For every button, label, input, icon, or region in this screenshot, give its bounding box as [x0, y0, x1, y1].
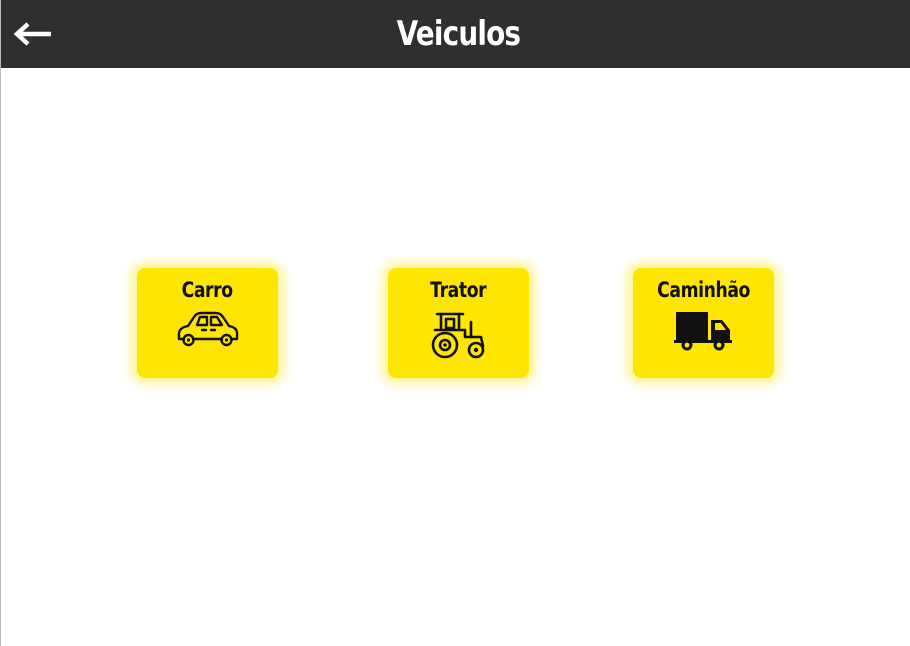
- truck-icon: [673, 310, 734, 352]
- car-icon: [175, 310, 241, 350]
- vehicle-tile-carro[interactable]: Carro: [137, 268, 278, 378]
- header-bar: Veiculos: [1, 0, 910, 68]
- vehicle-label: Trator: [430, 278, 487, 302]
- app-window: Veiculos Carro Trator Caminhão: [0, 0, 910, 646]
- vehicle-label: Carro: [181, 278, 234, 302]
- vehicle-tile-caminhao[interactable]: Caminhão: [633, 268, 774, 378]
- tractor-icon: [429, 310, 489, 360]
- back-button[interactable]: [11, 18, 55, 50]
- arrow-left-icon: [13, 22, 51, 46]
- vehicle-label: Caminhão: [657, 278, 750, 302]
- page-title: Veiculos: [396, 14, 520, 54]
- vehicle-tile-trator[interactable]: Trator: [388, 268, 529, 378]
